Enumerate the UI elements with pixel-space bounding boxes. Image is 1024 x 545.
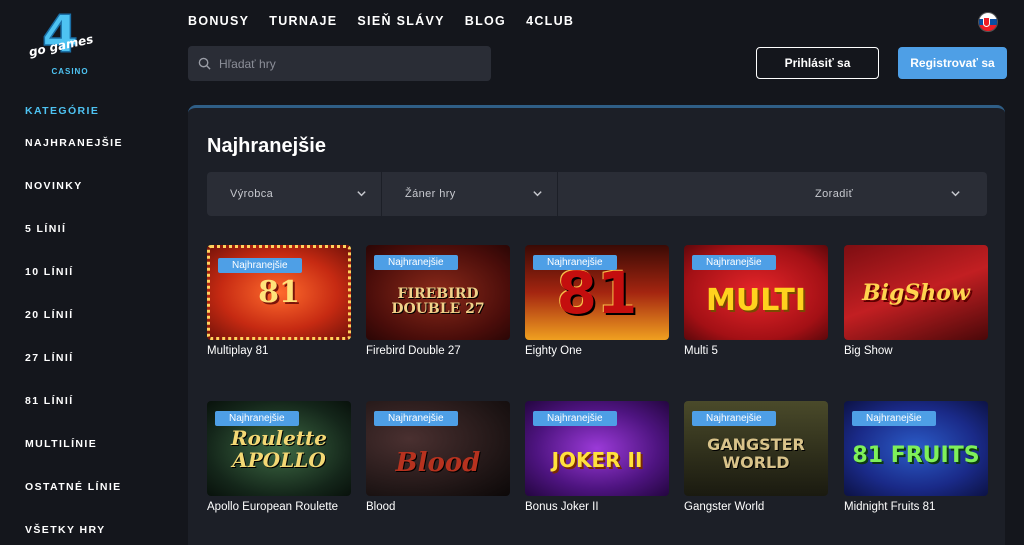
sidebar-item-5-linii[interactable]: 5 LÍNIÍ xyxy=(25,221,175,264)
search-box[interactable] xyxy=(188,46,491,81)
logo-mark: 4 go games xyxy=(28,4,95,66)
filter-bar: Výrobca Žáner hry Zoradiť xyxy=(207,172,987,216)
game-title[interactable]: Apollo European Roulette xyxy=(207,501,351,513)
game-card[interactable]: Najhranejšie Roulette APOLLO Apollo Euro… xyxy=(207,401,351,513)
game-card[interactable]: Najhranejšie GANGSTER WORLD Gangster Wor… xyxy=(684,401,828,513)
game-thumbnail[interactable]: Najhranejšie GANGSTER WORLD xyxy=(684,401,828,496)
top-nav: BONUSY TURNAJE SIEŇ SLÁVY BLOG 4CLUB xyxy=(188,14,574,28)
game-thumbnail[interactable]: Najhranejšie Roulette APOLLO xyxy=(207,401,351,496)
chevron-down-icon xyxy=(951,191,960,197)
game-badge: Najhranejšie xyxy=(692,255,776,270)
page-title: Najhranejšie xyxy=(207,135,326,157)
game-thumbnail[interactable]: Najhranejšie 81 FRUITS xyxy=(844,401,988,496)
game-card[interactable]: BigShow Big Show xyxy=(844,245,988,357)
sidebar-heading: KATEGÓRIE xyxy=(25,105,100,117)
search-icon xyxy=(198,57,211,70)
game-title[interactable]: Multi 5 xyxy=(684,345,828,357)
nav-4club[interactable]: 4CLUB xyxy=(526,14,574,28)
game-thumbnail[interactable]: Najhranejšie FIREBIRD DOUBLE 27 xyxy=(366,245,510,340)
sidebar-item-novinky[interactable]: NOVINKY xyxy=(25,178,175,221)
logo[interactable]: 4 go games CASINO xyxy=(24,4,108,76)
sidebar-item-20-linii[interactable]: 20 LÍNIÍ xyxy=(25,307,175,350)
logo-casino-label: CASINO xyxy=(51,67,89,76)
genre-filter-label: Žáner hry xyxy=(405,188,456,200)
game-art-text: BigShow xyxy=(862,279,970,306)
sidebar-item-27-linii[interactable]: 27 LÍNIÍ xyxy=(25,350,175,393)
game-title[interactable]: Bonus Joker II xyxy=(525,501,669,513)
nav-turnaje[interactable]: TURNAJE xyxy=(269,14,337,28)
game-thumbnail[interactable]: Najhranejšie Blood xyxy=(366,401,510,496)
chevron-down-icon xyxy=(357,191,366,197)
sort-filter[interactable]: Zoradiť xyxy=(558,172,987,216)
game-card[interactable]: Najhranejšie 81 Multiplay 81 xyxy=(207,245,351,357)
game-badge: Najhranejšie xyxy=(215,411,299,426)
producer-filter[interactable]: Výrobca xyxy=(207,172,382,216)
game-title[interactable]: Midnight Fruits 81 xyxy=(844,501,988,513)
game-title[interactable]: Firebird Double 27 xyxy=(366,345,510,357)
game-title[interactable]: Big Show xyxy=(844,345,988,357)
game-title[interactable]: Multiplay 81 xyxy=(207,345,351,357)
sidebar-item-ostatne-linie[interactable]: OSTATNÉ LÍNIE xyxy=(25,479,175,522)
game-thumbnail[interactable]: Najhranejšie 81 xyxy=(207,245,351,340)
game-card[interactable]: Najhranejšie Blood Blood xyxy=(366,401,510,513)
slovak-flag-icon[interactable] xyxy=(978,12,998,32)
chevron-down-icon xyxy=(533,191,542,197)
game-badge: Najhranejšie xyxy=(374,411,458,426)
game-badge: Najhranejšie xyxy=(533,411,617,426)
nav-blog[interactable]: BLOG xyxy=(465,14,506,28)
game-card[interactable]: Najhranejšie FIREBIRD DOUBLE 27 Firebird… xyxy=(366,245,510,357)
login-button[interactable]: Prihlásiť sa xyxy=(756,47,879,79)
game-thumbnail[interactable]: Najhranejšie MULTI xyxy=(684,245,828,340)
game-thumbnail[interactable]: Najhranejšie 81 xyxy=(525,245,669,340)
games-panel: Najhranejšie Výrobca Žáner hry Zoradiť N… xyxy=(188,105,1005,545)
producer-filter-label: Výrobca xyxy=(230,188,274,200)
game-badge: Najhranejšie xyxy=(692,411,776,426)
sidebar-item-multilinie[interactable]: MULTILÍNIE xyxy=(25,436,175,479)
game-card[interactable]: Najhranejšie 81 FRUITS Midnight Fruits 8… xyxy=(844,401,988,513)
nav-sien-slavy[interactable]: SIEŇ SLÁVY xyxy=(357,14,444,28)
genre-filter[interactable]: Žáner hry xyxy=(382,172,558,216)
game-thumbnail[interactable]: BigShow xyxy=(844,245,988,340)
game-badge: Najhranejšie xyxy=(852,411,936,426)
sidebar-item-najhranejsie[interactable]: NAJHRANEJŠIE xyxy=(25,135,175,178)
game-title[interactable]: Eighty One xyxy=(525,345,669,357)
game-card[interactable]: Najhranejšie 81 Eighty One xyxy=(525,245,669,357)
game-card[interactable]: Najhranejšie JOKER II Bonus Joker II xyxy=(525,401,669,513)
sidebar-item-10-linii[interactable]: 10 LÍNIÍ xyxy=(25,264,175,307)
sidebar-item-vsetky-hry[interactable]: VŠETKY HRY xyxy=(25,522,175,545)
nav-bonusy[interactable]: BONUSY xyxy=(188,14,249,28)
game-badge: Najhranejšie xyxy=(533,255,617,270)
register-button[interactable]: Registrovať sa xyxy=(898,47,1007,79)
game-card[interactable]: Najhranejšie MULTI Multi 5 xyxy=(684,245,828,357)
game-title[interactable]: Blood xyxy=(366,501,510,513)
sort-filter-label: Zoradiť xyxy=(815,188,854,200)
game-badge: Najhranejšie xyxy=(218,258,302,273)
game-thumbnail[interactable]: Najhranejšie JOKER II xyxy=(525,401,669,496)
game-title[interactable]: Gangster World xyxy=(684,501,828,513)
sidebar: KATEGÓRIE NAJHRANEJŠIE NOVINKY 5 LÍNIÍ 1… xyxy=(25,105,175,545)
sidebar-item-81-linii[interactable]: 81 LÍNIÍ xyxy=(25,393,175,436)
search-input[interactable] xyxy=(219,56,479,71)
game-badge: Najhranejšie xyxy=(374,255,458,270)
